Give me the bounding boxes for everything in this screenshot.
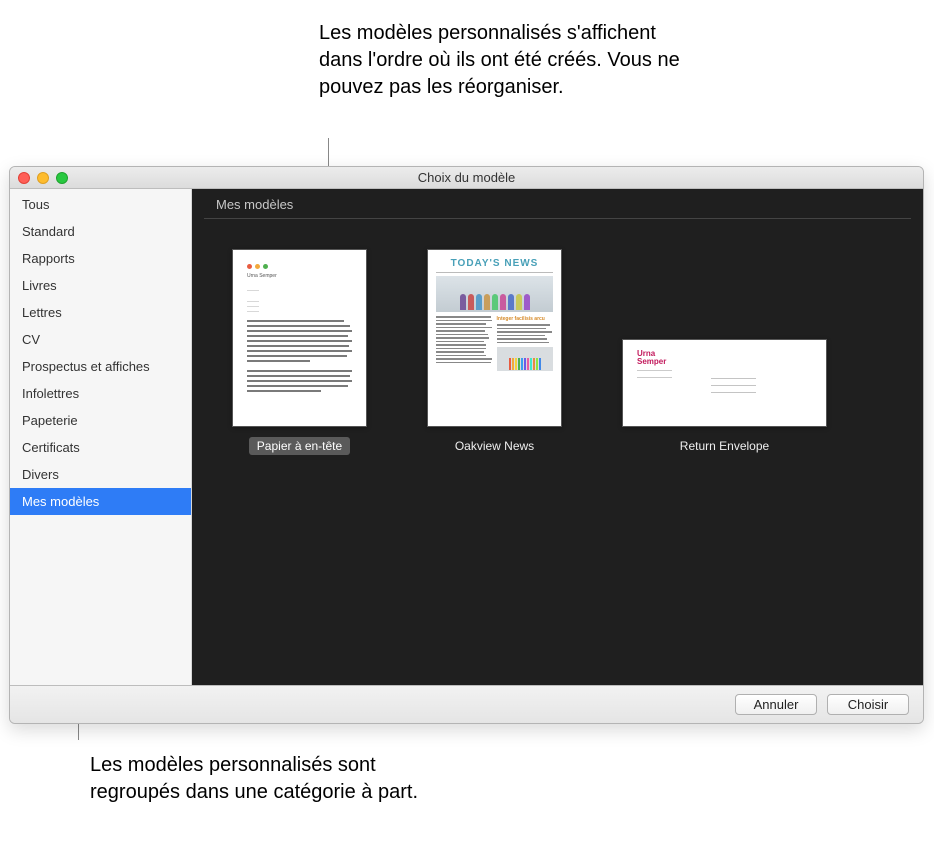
sidebar-item-mes-mod-les[interactable]: Mes modèles (10, 488, 191, 515)
sidebar-item-cv[interactable]: CV (10, 326, 191, 353)
template-label: Oakview News (447, 437, 542, 455)
choose-button[interactable]: Choisir (827, 694, 909, 715)
cancel-button[interactable]: Annuler (735, 694, 817, 715)
category-sidebar: TousStandardRapportsLivresLettresCVProsp… (10, 189, 192, 685)
window-title: Choix du modèle (418, 170, 516, 185)
template-item[interactable]: UrnaSemper——————————————————————————————… (622, 339, 827, 455)
sidebar-item-standard[interactable]: Standard (10, 218, 191, 245)
sidebar-item-rapports[interactable]: Rapports (10, 245, 191, 272)
minimize-icon[interactable] (37, 172, 49, 184)
sidebar-item-infolettres[interactable]: Infolettres (10, 380, 191, 407)
window-controls (18, 172, 68, 184)
template-item[interactable]: TODAY'S NEWSInteger facilisis arcu Oakvie… (427, 249, 562, 455)
template-item[interactable]: Urna Semper———————————— Papier à en-tête (232, 249, 367, 455)
template-label: Papier à en-tête (249, 437, 350, 455)
template-chooser-window: Choix du modèle TousStandardRapportsLivr… (9, 166, 924, 724)
window-footer: Annuler Choisir (10, 685, 923, 723)
sidebar-item-lettres[interactable]: Lettres (10, 299, 191, 326)
fullscreen-icon[interactable] (56, 172, 68, 184)
sidebar-item-prospectus-et-affiches[interactable]: Prospectus et affiches (10, 353, 191, 380)
templates-grid: Urna Semper———————————— Papier à en-tête T… (192, 219, 923, 485)
template-thumb-envelope[interactable]: UrnaSemper——————————————————————————————… (622, 339, 827, 427)
template-label: Return Envelope (672, 437, 777, 455)
sidebar-item-livres[interactable]: Livres (10, 272, 191, 299)
window-titlebar: Choix du modèle (10, 167, 923, 189)
template-thumb-newsletter[interactable]: TODAY'S NEWSInteger facilisis arcu (427, 249, 562, 427)
template-thumb-letterhead[interactable]: Urna Semper———————————— (232, 249, 367, 427)
callout-bottom: Les modèles personnalisés sont regroupés… (90, 752, 440, 806)
callout-top: Les modèles personnalisés s'affichent da… (319, 20, 689, 101)
section-header: Mes modèles (204, 189, 911, 219)
template-content: Mes modèles Urna Semper———————————— Papie… (192, 189, 923, 685)
sidebar-item-papeterie[interactable]: Papeterie (10, 407, 191, 434)
sidebar-item-certificats[interactable]: Certificats (10, 434, 191, 461)
close-icon[interactable] (18, 172, 30, 184)
sidebar-item-divers[interactable]: Divers (10, 461, 191, 488)
sidebar-item-tous[interactable]: Tous (10, 191, 191, 218)
